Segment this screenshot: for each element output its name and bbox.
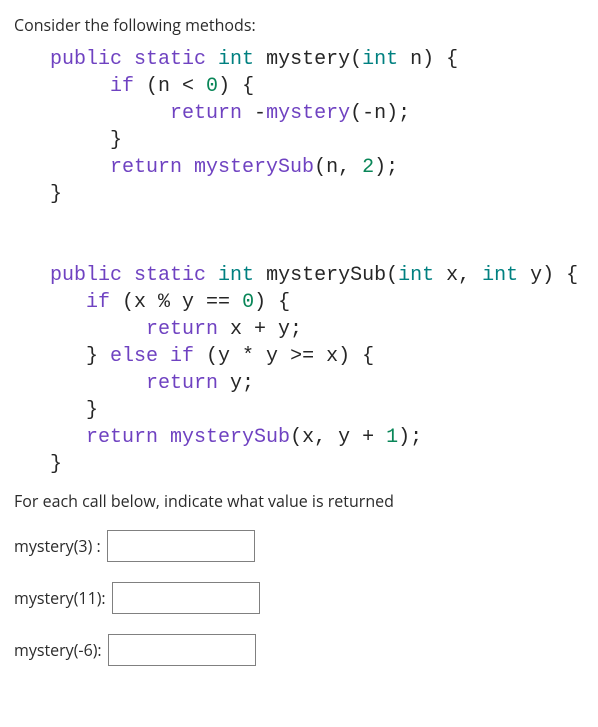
code-fn-name: mystery xyxy=(254,48,350,71)
code-plain: ) { xyxy=(218,75,254,98)
code-call: mystery xyxy=(266,102,350,125)
answer-row-1: mystery(3) : xyxy=(14,530,584,562)
answer-label: mystery(3) : xyxy=(14,535,101,557)
code-plain: n) { xyxy=(398,48,458,71)
code-keyword: public static xyxy=(50,48,218,71)
code-plain: (n, xyxy=(314,156,362,179)
code-keyword: return xyxy=(146,318,218,341)
code-plain: (n < xyxy=(134,75,206,98)
code-type: int xyxy=(362,48,398,71)
code-number: 0 xyxy=(206,75,218,98)
code-plain: x + y; xyxy=(218,318,302,341)
code-brace: } xyxy=(86,399,98,422)
answer-input-3[interactable] xyxy=(108,634,256,666)
answer-row-3: mystery(-6): xyxy=(14,634,584,666)
code-keyword: return xyxy=(110,156,182,179)
code-keyword: return xyxy=(170,102,242,125)
code-plain: ) { xyxy=(254,291,290,314)
code-keyword: else if xyxy=(98,345,194,368)
code-brace: } xyxy=(50,453,62,476)
code-number: 2 xyxy=(362,156,374,179)
code-number: 0 xyxy=(242,291,254,314)
code-type: int xyxy=(398,264,434,287)
code-fn-name: mysterySub xyxy=(254,264,386,287)
answer-label: mystery(-6): xyxy=(14,639,102,661)
code-type: int xyxy=(218,264,254,287)
code-plain: (-n); xyxy=(350,102,410,125)
code-plain: y; xyxy=(218,372,254,395)
code-block: public static int mystery(int n) { if (n… xyxy=(14,46,584,478)
code-keyword: public static xyxy=(50,264,218,287)
code-plain: x, xyxy=(434,264,482,287)
code-plain: y) { xyxy=(518,264,578,287)
answer-input-1[interactable] xyxy=(107,530,255,562)
answer-input-2[interactable] xyxy=(112,582,260,614)
prompt-text: For each call below, indicate what value… xyxy=(14,490,584,512)
code-brace: } xyxy=(50,183,62,206)
code-call: mysterySub xyxy=(158,426,290,449)
code-number: 1 xyxy=(386,426,398,449)
code-plain: ( xyxy=(350,48,362,71)
code-type: int xyxy=(482,264,518,287)
code-brace: } xyxy=(86,345,98,368)
code-keyword: return xyxy=(86,426,158,449)
code-type: int xyxy=(218,48,254,71)
code-plain: ); xyxy=(398,426,422,449)
code-plain: ( xyxy=(386,264,398,287)
code-plain: (y * y >= x) { xyxy=(194,345,374,368)
code-brace: } xyxy=(110,129,122,152)
code-plain: (x % y == xyxy=(110,291,242,314)
code-call: mysterySub xyxy=(182,156,314,179)
answer-label: mystery(11): xyxy=(14,587,106,609)
code-keyword: if xyxy=(110,75,134,98)
code-plain: ); xyxy=(374,156,398,179)
code-keyword: return xyxy=(146,372,218,395)
code-keyword: if xyxy=(86,291,110,314)
intro-text: Consider the following methods: xyxy=(14,14,584,36)
answer-row-2: mystery(11): xyxy=(14,582,584,614)
code-plain: - xyxy=(242,102,266,125)
code-plain: (x, y + xyxy=(290,426,386,449)
